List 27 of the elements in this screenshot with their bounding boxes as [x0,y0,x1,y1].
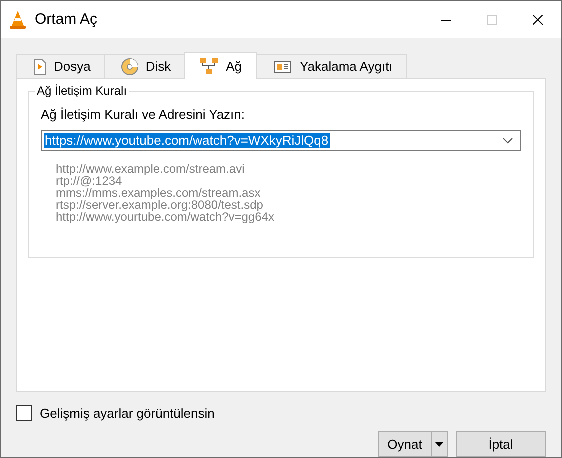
disc-icon [120,58,139,76]
example-url: http://www.example.com/stream.avi [56,163,246,175]
chevron-down-icon [503,138,513,144]
network-icon [199,57,220,75]
url-combo-box[interactable]: https://www.youtube.com/watch?v=WXkyRiJlQq8 [41,130,521,151]
cancel-button[interactable]: İptal [456,431,546,457]
dropdown-button[interactable] [431,431,448,457]
close-icon [533,14,543,24]
example-url: rtp://@:1234 [56,175,122,187]
file-icon [33,58,47,76]
play-button[interactable]: Oynat [378,431,432,457]
example-url: rtsp://server.example.org:8080/test.sdp [56,199,264,211]
example-url: mms://mms.examples.com/stream.asx [56,187,262,199]
tab[interactable]: Disk [104,54,186,78]
checkbox[interactable] [16,405,32,421]
caret-icon [435,442,444,446]
tab[interactable]: Yakalama Aygıtı [256,54,407,78]
capture-card-icon [273,58,294,74]
field-label: Ağ İletişim Kuralı ve Adresini Yazın: [41,107,246,122]
maximize-icon [487,14,497,24]
checkbox-label: Gelişmiş ayarlar görüntülensin [40,406,215,420]
group-title: Ağ İletişim Kuralı [35,84,130,98]
tab[interactable]: Ağ [184,52,258,79]
cone-icon [9,10,27,30]
window-title: Ortam Aç [35,11,99,28]
example-url: http://www.yourtube.com/watch?v=gg64x [56,211,276,223]
tab[interactable]: Dosya [16,54,105,78]
